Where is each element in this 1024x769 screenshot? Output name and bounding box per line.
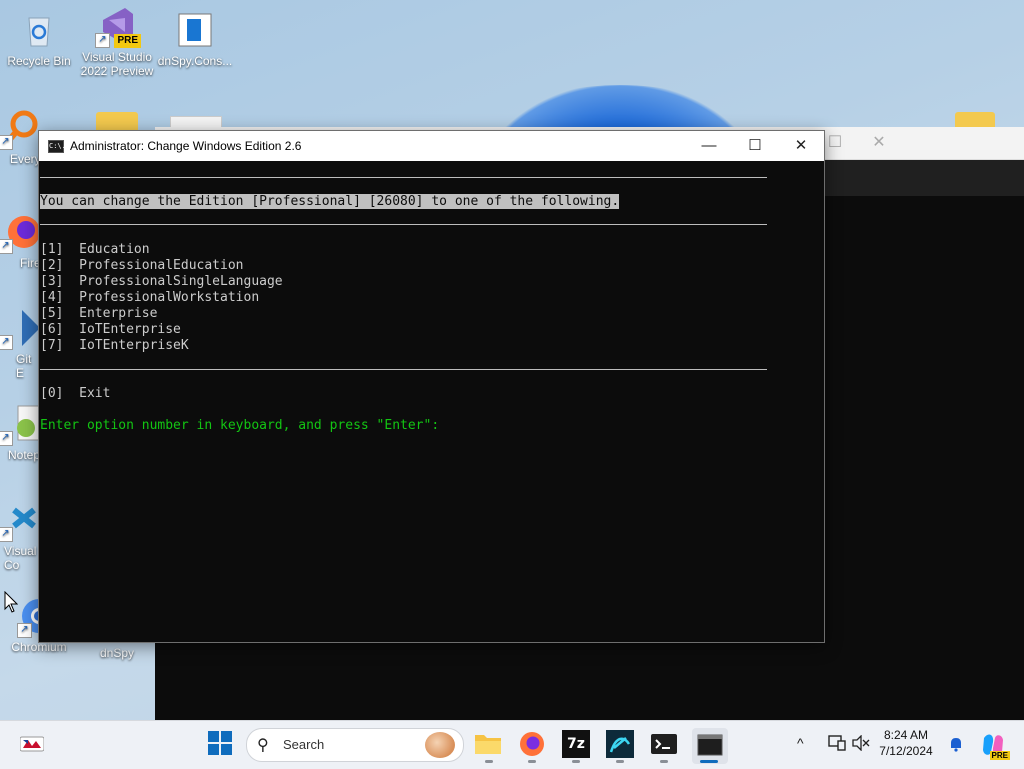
app-icon xyxy=(606,730,634,758)
cmd-icon xyxy=(697,734,723,756)
desktop-icon-recycle-bin[interactable]: Recycle Bin xyxy=(0,10,78,68)
desktop-icon-label: Every xyxy=(10,152,41,166)
separator-line xyxy=(40,369,767,370)
terminal-taskbar-button[interactable] xyxy=(650,730,682,762)
console-taskbar-button-active[interactable] xyxy=(692,728,728,764)
edition-option-3: [3] ProfessionalSingleLanguage xyxy=(40,274,283,289)
console-screen[interactable]: You can change the Edition [Professional… xyxy=(39,161,824,642)
shortcut-arrow-icon: ↗ xyxy=(17,623,32,638)
firefox-icon xyxy=(520,732,544,756)
clock-date: 7/12/2024 xyxy=(879,744,933,758)
shortcut-arrow-icon: ↗ xyxy=(0,527,13,542)
running-indicator xyxy=(616,760,624,763)
input-prompt: Enter option number in keyboard, and pre… xyxy=(40,418,440,433)
desktop-icon-label: Notep xyxy=(8,448,41,462)
minimize-button[interactable]: — xyxy=(686,131,732,161)
firefox-icon: ↗ xyxy=(0,212,40,254)
edition-option-2: [2] ProfessionalEducation xyxy=(40,258,244,273)
separator-line xyxy=(40,177,767,178)
desktop-icon-visual-studio-preview[interactable]: PRE ↗ Visual Studio 2022 Preview xyxy=(78,6,156,78)
recycle-bin-icon xyxy=(19,10,59,50)
exit-option: [0] Exit xyxy=(40,386,111,401)
notification-bell-icon[interactable] xyxy=(948,736,964,755)
desktop-icon-label: dnSpy xyxy=(99,646,135,660)
visual-studio-icon: PRE ↗ xyxy=(95,6,141,48)
window-title: Administrator: Change Windows Edition 2.… xyxy=(70,139,302,153)
desktop-icon-label: Visual Studio 2022 Preview xyxy=(80,50,154,78)
desktop-icon-label: Git E xyxy=(16,352,32,380)
windows-logo-icon xyxy=(208,731,232,755)
desktop-icon-everything[interactable]: ↗ Every xyxy=(0,108,41,166)
everything-search-icon: ↗ xyxy=(0,108,40,150)
edition-option-6: [6] IoTEnterprise xyxy=(40,322,181,337)
desktop-icon-visual-studio-code[interactable]: ↗ Visual Co xyxy=(0,500,40,572)
desktop-icon-label: Fire xyxy=(20,256,41,270)
start-button[interactable] xyxy=(205,728,237,760)
maximize-button[interactable]: ☐ xyxy=(732,131,778,161)
running-indicator xyxy=(660,760,668,763)
active-indicator xyxy=(700,760,718,763)
console-window[interactable]: C:\. Administrator: Change Windows Editi… xyxy=(38,130,825,643)
volume-muted-icon[interactable] xyxy=(852,734,870,754)
background-maximize-icon[interactable]: ☐ xyxy=(826,134,844,152)
separator-line xyxy=(40,224,767,225)
taskbar-clock[interactable]: 8:24 AM 7/12/2024 xyxy=(872,727,940,759)
file-explorer-button[interactable] xyxy=(474,730,506,762)
desktop-icon-git[interactable]: ↗ Git E xyxy=(0,308,40,380)
widgets-icon[interactable] xyxy=(19,735,45,758)
desktop-icon-dnspy[interactable]: dnSpy xyxy=(78,640,156,660)
search-icon: ⚲ xyxy=(257,737,269,754)
copilot-icon[interactable]: PRE xyxy=(980,732,1010,760)
running-indicator xyxy=(485,760,493,763)
app-taskbar-button[interactable] xyxy=(606,730,638,762)
background-close-icon[interactable]: ✕ xyxy=(870,134,888,152)
shortcut-arrow-icon: ↗ xyxy=(0,431,13,446)
edition-option-4: [4] ProfessionalWorkstation xyxy=(40,290,260,305)
desktop-icon-dnspy-console[interactable]: dnSpy.Cons... xyxy=(156,10,234,68)
7zip-taskbar-button[interactable]: 7z xyxy=(562,730,594,762)
copilot-preview-badge: PRE xyxy=(989,751,1010,760)
edition-prompt-line: You can change the Edition [Professional… xyxy=(40,194,620,210)
dnspy-console-icon xyxy=(175,10,215,50)
shortcut-arrow-icon: ↗ xyxy=(95,33,110,48)
close-button[interactable]: ✕ xyxy=(778,131,824,161)
search-label: Search xyxy=(283,737,325,752)
desktop-icon-firefox[interactable]: ↗ Fire xyxy=(0,212,41,270)
running-indicator xyxy=(572,760,580,763)
taskbar xyxy=(0,720,1024,769)
desktop-icon-label: Recycle Bin xyxy=(7,54,71,68)
highlighted-text: You can change the Edition [Professional… xyxy=(40,194,620,209)
desktop-icon-notepad[interactable]: ↗ Notep xyxy=(0,404,41,462)
firefox-taskbar-button[interactable] xyxy=(518,730,550,762)
running-indicator xyxy=(528,760,536,763)
folder-icon[interactable] xyxy=(96,112,138,132)
shortcut-arrow-icon: ↗ xyxy=(0,135,13,150)
console-app-icon: C:\. xyxy=(48,140,66,153)
desktop-icon-label: dnSpy.Cons... xyxy=(157,54,233,68)
folder-icon xyxy=(475,735,501,754)
terminal-icon xyxy=(651,734,677,754)
tray-overflow-chevron-icon[interactable]: ^ xyxy=(797,735,804,751)
preview-badge: PRE xyxy=(114,34,141,48)
edition-option-5: [5] Enterprise xyxy=(40,306,158,321)
clock-time: 8:24 AM xyxy=(883,728,929,742)
search-highlight-shell-icon xyxy=(425,732,455,758)
mouse-cursor-icon xyxy=(4,591,18,613)
folder-icon[interactable] xyxy=(955,112,995,128)
console-titlebar[interactable]: C:\. Administrator: Change Windows Editi… xyxy=(39,131,824,161)
edition-option-1: [1] Education xyxy=(40,242,150,257)
git-icon: ↗ xyxy=(0,308,40,350)
7zip-icon: 7z xyxy=(562,730,590,758)
notepad-plus-icon: ↗ xyxy=(0,404,41,446)
taskbar-search-box[interactable]: ⚲ Search xyxy=(246,728,464,762)
shortcut-arrow-icon: ↗ xyxy=(0,335,13,350)
vscode-icon: ↗ xyxy=(0,500,40,542)
shortcut-arrow-icon: ↗ xyxy=(0,239,13,254)
edition-option-7: [7] IoTEnterpriseK xyxy=(40,338,189,353)
network-icon[interactable] xyxy=(828,735,846,754)
